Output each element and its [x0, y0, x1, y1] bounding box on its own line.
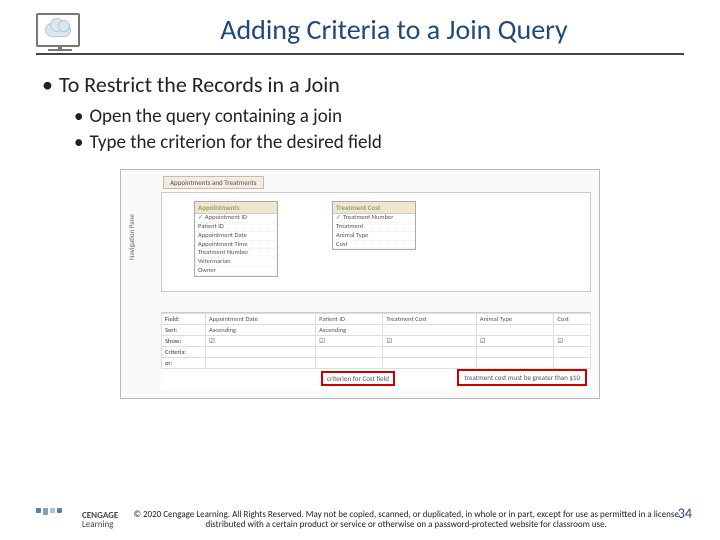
slide: Adding Criteria to a Join Query •To Rest…	[0, 0, 720, 540]
page-number: 34	[678, 505, 692, 522]
bullet-text: Open the query containing a join	[89, 105, 342, 128]
cell: Ascending	[206, 325, 316, 336]
row-label: or:	[162, 358, 206, 369]
row-label: Field:	[162, 314, 206, 325]
bullet-text: To Restrict the Records in a Join	[59, 71, 340, 98]
query-tab: Appointments and Treatments	[163, 176, 264, 189]
row-label: Show:	[162, 336, 206, 347]
bullet-level1: •To Restrict the Records in a Join	[42, 71, 678, 98]
row-label: Sort:	[162, 325, 206, 336]
bullet-text: Type the criterion for the desired field	[89, 131, 381, 154]
callout-note: treatment cost must be greater than $10	[457, 369, 587, 386]
field: Cost	[333, 241, 415, 250]
screenshot-figure: Appointments and Treatments Navigation P…	[120, 169, 600, 399]
content: •To Restrict the Records in a Join •Open…	[36, 55, 684, 399]
cell: Patient ID	[316, 314, 383, 325]
query-design-upper: Appointments Appointment ID Patient ID A…	[161, 192, 591, 292]
cell: Ascending	[316, 325, 383, 336]
nav-pane-label: Navigation Pane	[127, 214, 136, 260]
cloud-icon	[45, 23, 71, 37]
cell: Appointment Date	[206, 314, 316, 325]
brand-line2: Learning	[82, 520, 118, 529]
design-grid-table: Field: Appointment Date Patient ID Treat…	[161, 313, 591, 369]
row-label: Criteria:	[162, 347, 206, 358]
cengage-logo: CENGAGE Learning	[36, 508, 118, 532]
cell: Cost	[554, 314, 591, 325]
footer: CENGAGE Learning © 2020 Cengage Learning…	[36, 508, 684, 532]
bullet-level2: •Type the criterion for the desired fiel…	[74, 130, 678, 156]
callout-criterion: criterion for Cost field	[321, 371, 395, 386]
copyright-text: © 2020 Cengage Learning. All Rights Rese…	[128, 510, 684, 531]
bullet-level2: •Open the query containing a join	[74, 104, 678, 130]
cell: Animal Type	[476, 314, 554, 325]
table-appointments: Appointments Appointment ID Patient ID A…	[194, 201, 278, 277]
slide-title: Adding Criteria to a Join Query	[104, 12, 684, 47]
monitor-icon	[36, 13, 80, 47]
field: Owner	[195, 267, 277, 276]
cell: Treatment Cost	[383, 314, 476, 325]
table-treatment-cost: Treatment Cost Treatment Number Treatmen…	[332, 201, 416, 250]
header: Adding Criteria to a Join Query	[36, 12, 684, 55]
